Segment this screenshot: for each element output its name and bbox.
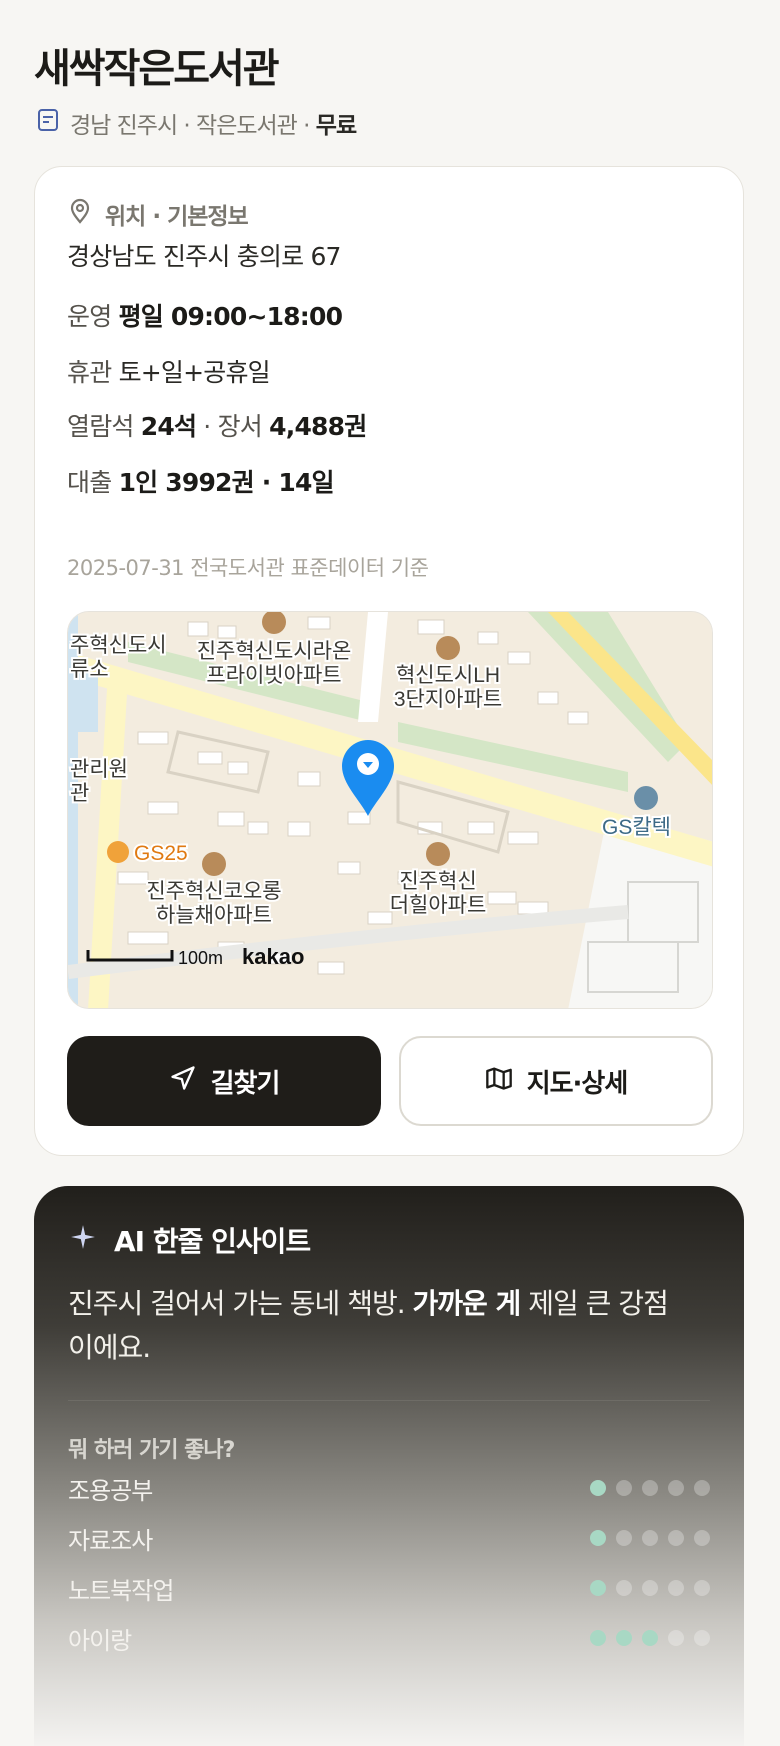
activity-row: 자료조사 xyxy=(68,1518,710,1558)
map-label-kolon: 진주혁신코오롱 xyxy=(146,880,281,903)
map-label-gs25: GS25 xyxy=(134,842,188,865)
rating-dot xyxy=(694,1530,710,1546)
rating-dot xyxy=(668,1580,684,1596)
map-label-lh2: 3단지아파트 xyxy=(394,688,502,711)
region-text: 경남 진주시 · 작은도서관 · xyxy=(70,113,316,139)
rating-dot xyxy=(616,1580,632,1596)
directions-label: 길찾기 xyxy=(210,1068,281,1099)
ai-insight-card: AI 한줄 인사이트 진주시 걸어서 가는 동네 책방. 가까운 게 제일 큰 … xyxy=(34,1186,744,1746)
map-label-raon: 진주혁신도시라온 xyxy=(197,640,352,663)
rating-dot xyxy=(668,1530,684,1546)
rating-dot xyxy=(642,1580,658,1596)
page-title: 새싹작은도서관 xyxy=(34,46,280,92)
activity-rating xyxy=(590,1580,710,1596)
rating-dot xyxy=(694,1630,710,1646)
activity-name: 조용공부 xyxy=(68,1476,153,1505)
closed-row: 휴관 토+일+공휴일 xyxy=(67,358,271,387)
rating-dot xyxy=(694,1580,710,1596)
rating-dot xyxy=(642,1480,658,1496)
activity-row: 노트북작업 xyxy=(68,1568,710,1608)
location-pin-icon xyxy=(69,198,91,230)
activity-name: 자료조사 xyxy=(68,1526,153,1555)
map-view[interactable]: 진주혁신도시라온 프라이빗아파트 혁신도시LH 3단지아파트 주혁신도시 류소 … xyxy=(67,611,713,1009)
activity-rating xyxy=(590,1630,710,1646)
directions-button[interactable]: 길찾기 xyxy=(67,1036,381,1126)
svg-text:100m: 100m xyxy=(178,948,223,968)
rating-dot xyxy=(590,1530,606,1546)
info-section-header: 위치 · 기본정보 xyxy=(69,197,249,231)
activity-rating xyxy=(590,1530,710,1546)
map-label-edge-mid2: 관 xyxy=(70,782,89,805)
map-label-hill: 진주혁신 xyxy=(399,870,476,893)
document-icon xyxy=(36,108,60,138)
rating-dot xyxy=(590,1480,606,1496)
rating-dot xyxy=(590,1580,606,1596)
map-label-hill2: 더힐아파트 xyxy=(390,894,487,917)
sparkle-icon xyxy=(70,1224,96,1257)
map-icon xyxy=(485,1064,513,1099)
activity-row: 조용공부 xyxy=(68,1468,710,1508)
ai-insight-text: 진주시 걸어서 가는 동네 책방. 가까운 게 제일 큰 강점이에요. xyxy=(68,1287,669,1364)
map-detail-label: 지도·상세 xyxy=(526,1068,629,1099)
data-source: 2025-07-31 전국도서관 표준데이터 기준 xyxy=(67,556,429,580)
ai-insight-title: AI 한줄 인사이트 xyxy=(114,1225,311,1258)
ai-insight-header: AI 한줄 인사이트 xyxy=(70,1220,311,1260)
map-label-raon2: 프라이빗아파트 xyxy=(206,664,341,687)
rating-dot xyxy=(694,1480,710,1496)
loan-row: 대출 1인 3992권 · 14일 xyxy=(67,468,335,497)
address-row: 경상남도 진주시 충의로 67 xyxy=(67,242,341,271)
rating-dot xyxy=(616,1480,632,1496)
rating-dot xyxy=(616,1630,632,1646)
library-meta: 경남 진주시 · 작은도서관 · 무료 xyxy=(36,106,357,140)
rating-dot xyxy=(590,1630,606,1646)
map-label-edge-top: 주혁신도시 xyxy=(70,634,167,657)
map-label-gscaltex: GS칼텍 xyxy=(602,816,671,839)
fee-badge: 무료 xyxy=(315,113,357,139)
map-label-kolon2: 하늘채아파트 xyxy=(156,904,272,927)
map-brand-logo: kakao xyxy=(242,944,304,969)
map-label-edge-mid: 관리원 xyxy=(70,758,128,781)
info-card: 위치 · 기본정보 경상남도 진주시 충의로 67 운영 평일 09:00~18… xyxy=(34,166,744,1156)
rating-dot xyxy=(668,1630,684,1646)
navigation-arrow-icon xyxy=(169,1064,197,1099)
rating-dot xyxy=(616,1530,632,1546)
rating-dot xyxy=(642,1530,658,1546)
rating-dot xyxy=(668,1480,684,1496)
activity-name: 아이랑 xyxy=(68,1626,132,1655)
divider xyxy=(68,1400,710,1401)
activity-name: 노트북작업 xyxy=(68,1576,174,1605)
activity-question: 뭐 하러 가기 좋나? xyxy=(68,1438,235,1463)
map-label-lh: 혁신도시LH xyxy=(396,664,500,687)
map-detail-button[interactable]: 지도·상세 xyxy=(399,1036,713,1126)
activity-rating xyxy=(590,1480,710,1496)
seats-row: 열람석 24석 · 장서 4,488권 xyxy=(67,412,367,441)
activity-row: 아이랑 xyxy=(68,1618,710,1658)
map-label-edge-top2: 류소 xyxy=(70,658,109,681)
rating-dot xyxy=(642,1630,658,1646)
hours-row: 운영 평일 09:00~18:00 xyxy=(67,302,343,331)
info-section-title: 위치 · 기본정보 xyxy=(105,204,249,230)
